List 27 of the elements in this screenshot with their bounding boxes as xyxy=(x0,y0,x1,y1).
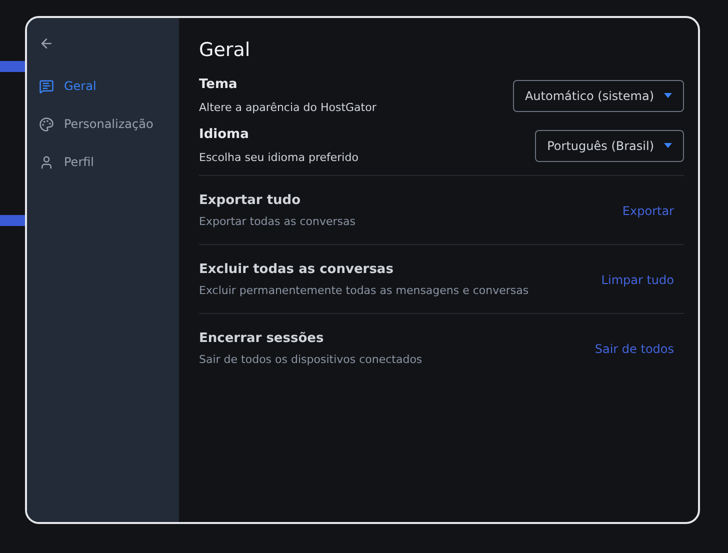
back-icon[interactable] xyxy=(39,36,54,51)
highlight-bar xyxy=(0,61,26,72)
dropdown[interactable]: Português (Brasil) xyxy=(535,130,684,162)
caret-icon xyxy=(664,143,672,148)
setting-label: Tema xyxy=(199,76,238,94)
highlight-bar xyxy=(0,215,26,226)
user-icon xyxy=(39,154,54,170)
page-title: Geral xyxy=(199,38,252,63)
action-title: Excluir todas as conversas xyxy=(199,260,394,278)
action-link[interactable]: Sair de todos xyxy=(594,340,674,358)
message-icon xyxy=(39,78,54,94)
setting-description: Altere a aparência do HostGator xyxy=(199,100,376,116)
sidebar-item[interactable]: Geral xyxy=(39,77,167,95)
dropdown[interactable]: Automático (sistema) xyxy=(512,80,684,112)
action-link[interactable]: Exportar xyxy=(622,202,674,220)
action-title: Encerrar sessões xyxy=(199,330,325,348)
setting-label: Idioma xyxy=(199,126,250,144)
action-link[interactable]: Limpar tudo xyxy=(601,270,674,288)
sidebar-item[interactable]: Perfil xyxy=(39,153,167,171)
action-description: Excluir permanentemente todas as mensagens e conversas xyxy=(199,283,529,299)
action-title: Exportar tudo xyxy=(199,192,302,210)
caret-icon xyxy=(664,93,672,98)
setting-description: Escolha seu idioma preferido xyxy=(199,150,358,166)
sidebar-item[interactable]: Personalização xyxy=(39,115,167,133)
action-description: Sair de todos os dispositivos conectados xyxy=(199,352,422,368)
action-description: Exportar todas as conversas xyxy=(199,214,356,230)
palette-icon xyxy=(39,116,54,132)
